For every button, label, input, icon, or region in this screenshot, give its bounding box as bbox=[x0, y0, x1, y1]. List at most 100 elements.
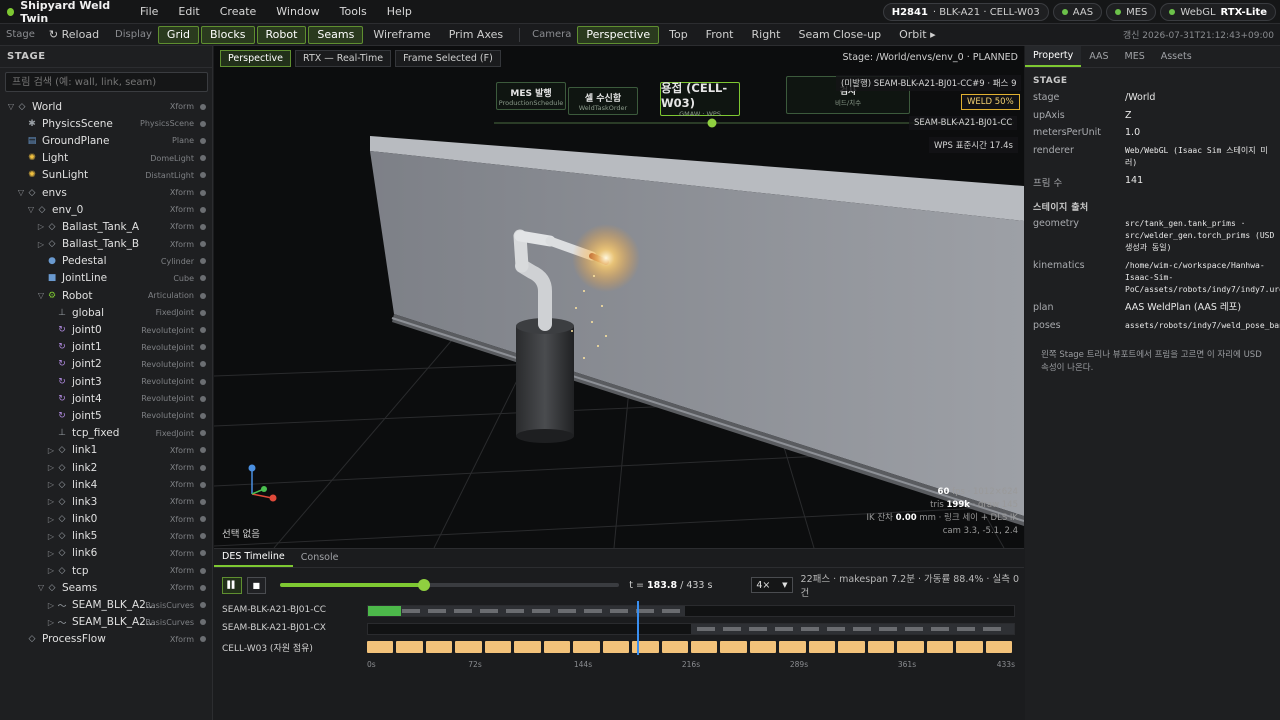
visibility-eye-icon[interactable] bbox=[200, 533, 206, 540]
tree-row[interactable]: ▷ ◇ link3 Xform bbox=[0, 493, 212, 510]
resource-block[interactable] bbox=[749, 641, 777, 653]
visibility-eye-icon[interactable] bbox=[200, 189, 206, 196]
resource-block[interactable] bbox=[602, 641, 630, 653]
visibility-eye-icon[interactable] bbox=[200, 464, 206, 471]
property-tab[interactable]: AAS bbox=[1081, 46, 1116, 67]
timeline-tab[interactable]: Console bbox=[293, 548, 347, 567]
stop-button[interactable]: ■ bbox=[246, 576, 267, 594]
planned-pass[interactable] bbox=[801, 627, 819, 631]
visibility-eye-icon[interactable] bbox=[200, 361, 206, 368]
visibility-eye-icon[interactable] bbox=[200, 309, 206, 316]
tree-row[interactable]: ▷ ◇ link4 Xform bbox=[0, 476, 212, 493]
tree-row[interactable]: ↻ joint3 RevoluteJoint bbox=[0, 373, 212, 390]
status-pill[interactable]: WebGL RTX-Lite bbox=[1160, 3, 1276, 21]
planned-pass[interactable] bbox=[480, 609, 498, 613]
tree-row[interactable]: ▷ 〜 SEAM_BLK_A2... BasisCurves bbox=[0, 614, 212, 631]
visibility-eye-icon[interactable] bbox=[200, 120, 206, 127]
collapse-arrow-icon[interactable]: ▷ bbox=[46, 566, 56, 575]
resource-block[interactable] bbox=[956, 641, 983, 653]
tree-row[interactable]: ⊥ tcp_fixed FixedJoint bbox=[0, 425, 212, 442]
resource-block[interactable] bbox=[455, 641, 482, 653]
tree-row[interactable]: ↻ joint0 RevoluteJoint bbox=[0, 321, 212, 338]
visibility-eye-icon[interactable] bbox=[200, 241, 206, 248]
resource-block[interactable] bbox=[985, 641, 1012, 653]
tree-row[interactable]: ▷ ◇ tcp Xform bbox=[0, 562, 212, 579]
tree-row[interactable]: ▽ ⚙ Robot Articulation bbox=[0, 287, 212, 304]
tree-row[interactable]: ◇ ProcessFlow Xform bbox=[0, 631, 212, 648]
timeline-scrubber[interactable] bbox=[280, 579, 620, 591]
tree-row[interactable]: ⊥ global FixedJoint bbox=[0, 304, 212, 321]
expand-arrow-icon[interactable]: ▽ bbox=[36, 583, 46, 592]
planned-pass[interactable] bbox=[983, 627, 1001, 631]
visibility-eye-icon[interactable] bbox=[200, 584, 206, 591]
tree-row[interactable]: ▽ ◇ env_0 Xform bbox=[0, 201, 212, 218]
visibility-eye-icon[interactable] bbox=[200, 378, 206, 385]
menu-window[interactable]: Window bbox=[266, 5, 329, 18]
visibility-eye-icon[interactable] bbox=[200, 172, 206, 179]
visibility-eye-icon[interactable] bbox=[200, 137, 206, 144]
expand-arrow-icon[interactable]: ▽ bbox=[36, 291, 46, 300]
tree-row[interactable]: ▷ ◇ link6 Xform bbox=[0, 545, 212, 562]
viewport-tab[interactable]: RTX — Real-Time bbox=[295, 50, 392, 67]
property-tab[interactable]: Property bbox=[1025, 46, 1082, 67]
planned-pass[interactable] bbox=[584, 609, 602, 613]
camera-seam-close-up[interactable]: Seam Close-up bbox=[790, 26, 889, 44]
tree-row[interactable]: ● Pedestal Cylinder bbox=[0, 253, 212, 270]
menu-file[interactable]: File bbox=[130, 5, 168, 18]
visibility-eye-icon[interactable] bbox=[200, 602, 206, 609]
tree-row[interactable]: ■ JointLine Cube bbox=[0, 270, 212, 287]
tree-row[interactable]: ▽ ◇ envs Xform bbox=[0, 184, 212, 201]
camera-perspective[interactable]: Perspective bbox=[577, 25, 660, 44]
expand-arrow-icon[interactable]: ▽ bbox=[6, 102, 16, 111]
visibility-eye-icon[interactable] bbox=[200, 327, 206, 334]
speed-select[interactable]: 4× ▼ bbox=[751, 577, 793, 593]
visibility-eye-icon[interactable] bbox=[200, 550, 206, 557]
tree-row[interactable]: ✺ SunLight DistantLight bbox=[0, 167, 212, 184]
timeline-tab[interactable]: DES Timeline bbox=[214, 548, 293, 567]
collapse-arrow-icon[interactable]: ▷ bbox=[46, 480, 56, 489]
collapse-arrow-icon[interactable]: ▷ bbox=[46, 601, 56, 610]
tree-row[interactable]: ↻ joint1 RevoluteJoint bbox=[0, 339, 212, 356]
process-step[interactable]: MES 발행 ProductionSchedule bbox=[496, 82, 566, 110]
tree-row[interactable]: ▷ ◇ Ballast_Tank_A Xform bbox=[0, 218, 212, 235]
resource-block[interactable] bbox=[396, 641, 423, 653]
expand-arrow-icon[interactable]: ▽ bbox=[26, 205, 36, 214]
planned-pass[interactable] bbox=[506, 609, 524, 613]
resource-block[interactable] bbox=[543, 641, 571, 653]
camera-orbit[interactable]: Orbit ▸ bbox=[891, 26, 944, 44]
tree-row[interactable]: ✺ Light DomeLight bbox=[0, 150, 212, 167]
visibility-eye-icon[interactable] bbox=[200, 103, 206, 110]
tree-row[interactable]: ▷ ◇ Ballast_Tank_B Xform bbox=[0, 236, 212, 253]
lane-seam-cc[interactable] bbox=[367, 605, 1015, 617]
timeline-playhead[interactable] bbox=[636, 601, 639, 655]
visibility-eye-icon[interactable] bbox=[200, 412, 206, 419]
lane-seam-cx[interactable] bbox=[367, 623, 1015, 635]
toggle-prim-axes[interactable]: Prim Axes bbox=[441, 26, 511, 44]
planned-pass[interactable] bbox=[749, 627, 767, 631]
resource-block[interactable] bbox=[661, 641, 688, 653]
collapse-arrow-icon[interactable]: ▷ bbox=[46, 497, 56, 506]
reload-button[interactable]: ↻ Reload bbox=[41, 26, 107, 44]
menu-help[interactable]: Help bbox=[377, 5, 422, 18]
tree-row[interactable]: ▽ ◇ World Xform bbox=[0, 98, 212, 115]
visibility-eye-icon[interactable] bbox=[200, 567, 206, 574]
viewport-tab[interactable]: Frame Selected (F) bbox=[395, 50, 501, 67]
planned-pass[interactable] bbox=[636, 609, 654, 613]
viewport[interactable]: Perspective RTX — Real-Time Frame Selected… bbox=[214, 46, 1024, 548]
visibility-eye-icon[interactable] bbox=[200, 223, 206, 230]
planned-pass[interactable] bbox=[662, 609, 680, 613]
visibility-eye-icon[interactable] bbox=[200, 258, 206, 265]
visibility-eye-icon[interactable] bbox=[200, 498, 206, 505]
collapse-arrow-icon[interactable]: ▷ bbox=[46, 463, 56, 472]
camera-top[interactable]: Top bbox=[661, 26, 696, 44]
resource-block[interactable] bbox=[779, 641, 806, 653]
visibility-eye-icon[interactable] bbox=[200, 516, 206, 523]
visibility-eye-icon[interactable] bbox=[200, 447, 206, 454]
tree-row[interactable]: ↻ joint4 RevoluteJoint bbox=[0, 390, 212, 407]
lane-cell-resource[interactable] bbox=[367, 641, 1015, 653]
collapse-arrow-icon[interactable]: ▷ bbox=[46, 549, 56, 558]
menu-create[interactable]: Create bbox=[210, 5, 267, 18]
completed-pass[interactable] bbox=[368, 606, 402, 616]
visibility-eye-icon[interactable] bbox=[200, 481, 206, 488]
tree-row[interactable]: ▷ ◇ link2 Xform bbox=[0, 459, 212, 476]
